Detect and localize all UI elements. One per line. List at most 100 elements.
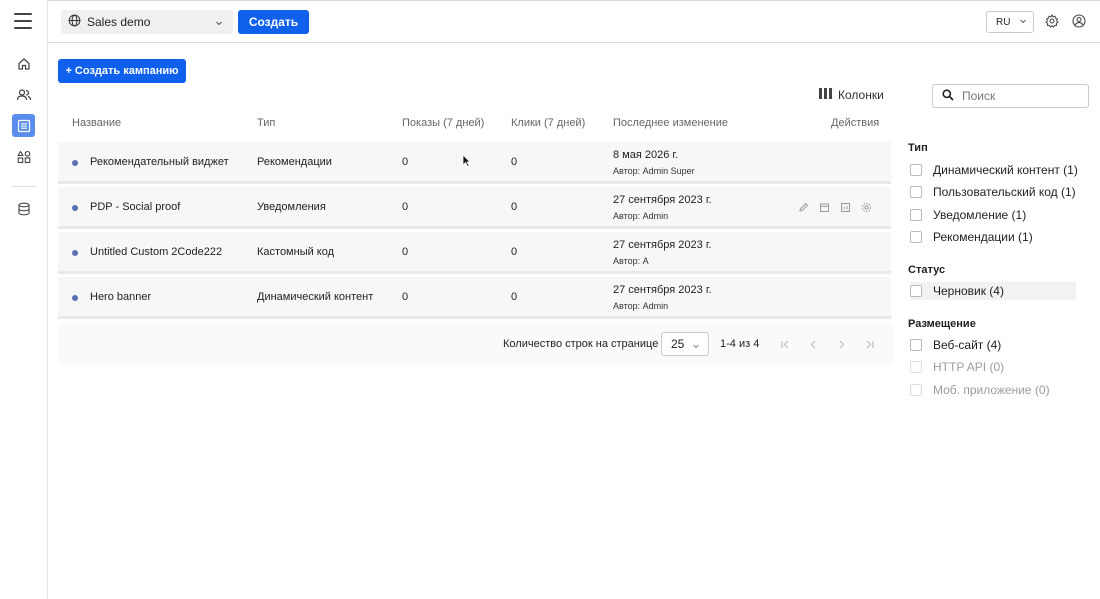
filter-label: Динамический контент (1) [933,163,1078,177]
filter-placement-title: Размещение [908,318,976,330]
campaign-type: Уведомления [257,201,326,213]
rows-per-page-label: Количество строк на странице [503,338,659,350]
shapes-icon[interactable] [12,145,35,168]
calendar-icon[interactable] [818,201,831,214]
menu-icon[interactable] [14,13,32,29]
campaign-name[interactable]: PDP - Social proof [90,201,180,213]
checkbox[interactable] [910,209,922,221]
columns-label: Колонки [838,88,884,102]
impressions-value: 0 [402,201,409,213]
language-value: RU [996,16,1011,28]
modified-author: Автор: A [613,256,649,266]
campaigns-icon[interactable] [12,114,35,137]
users-icon[interactable] [12,83,35,106]
table-row[interactable]: Untitled Custom 2Code222 Кастомный код 0… [58,232,891,274]
campaign-name[interactable]: Untitled Custom 2Code222 [90,246,222,258]
mouse-cursor-icon [462,154,471,170]
modified-date: 27 сентября 2023 г. [613,284,712,296]
chevron-down-icon [215,16,223,30]
campaign-type: Динамический контент [257,291,374,303]
checkbox[interactable] [910,285,922,297]
filter-label: Веб-сайт (4) [933,338,1002,352]
status-dot [72,250,78,256]
impressions-value: 0 [402,156,409,168]
status-dot [72,160,78,166]
filter-type-notification[interactable]: Уведомление (1) [910,206,1026,224]
modified-author: Автор: Admin [613,211,669,221]
search-input[interactable] [962,89,1072,103]
create-button[interactable]: Создать [238,10,309,34]
settings-icon[interactable] [860,201,873,214]
filter-placement-website[interactable]: Веб-сайт (4) [910,336,1001,354]
report-icon[interactable] [839,201,852,214]
filter-status-title: Статус [908,264,946,276]
last-page-icon[interactable] [862,337,876,351]
search-box[interactable] [932,84,1089,108]
modified-author: Автор: Admin Super [613,166,695,176]
filter-type-dynamic-content[interactable]: Динамический контент (1) [910,161,1078,179]
modified-date: 8 мая 2026 г. [613,149,679,161]
table-row[interactable]: Рекомендательный виджет Рекомендации 0 0… [58,142,891,184]
impressions-value: 0 [402,291,409,303]
user-profile-icon[interactable] [1072,14,1086,28]
home-icon[interactable] [12,52,35,75]
filter-type-custom-code[interactable]: Пользовательский код (1) [910,183,1076,201]
next-page-icon[interactable] [834,337,848,351]
campaign-type: Кастомный код [257,246,335,258]
column-header-impressions[interactable]: Показы (7 дней) [402,117,484,129]
previous-page-icon[interactable] [806,337,820,351]
column-header-last-modified[interactable]: Последнее изменение [613,117,728,129]
impressions-value: 0 [402,246,409,258]
status-dot [72,295,78,301]
filter-label: Черновик (4) [933,284,1004,298]
clicks-value: 0 [511,291,518,303]
database-icon[interactable] [12,197,35,220]
campaign-name[interactable]: Рекомендательный виджет [90,156,229,168]
filter-label: Уведомление (1) [933,208,1027,222]
filter-label: Моб. приложение (0) [933,383,1050,397]
sidebar-divider [12,186,36,187]
filter-label: Пользовательский код (1) [933,185,1076,199]
filter-label: Рекомендации (1) [933,230,1033,244]
filter-placement-http-api: HTTP API (0) [910,358,1004,376]
column-header-actions: Действия [831,117,880,129]
chevron-down-icon [692,339,700,353]
create-campaign-button[interactable]: + Создать кампанию [58,59,186,83]
checkbox[interactable] [910,339,922,351]
clicks-value: 0 [511,156,518,168]
first-page-icon[interactable] [778,337,792,351]
filter-type-recommendations[interactable]: Рекомендации (1) [910,228,1033,246]
rows-per-page-select[interactable]: 25 [661,332,709,356]
pagination-bar: Количество строк на странице 25 1-4 из 4 [58,323,894,365]
checkbox[interactable] [910,186,922,198]
rows-per-page-value: 25 [671,337,685,351]
chevron-down-icon [1019,17,1027,28]
columns-icon [819,88,832,102]
campaign-type: Рекомендации [257,156,332,168]
filter-label: HTTP API (0) [933,360,1005,374]
column-header-clicks[interactable]: Клики (7 дней) [511,117,585,129]
checkbox [910,384,922,396]
clicks-value: 0 [511,201,518,213]
row-actions [797,201,873,214]
filter-status-draft[interactable]: Черновик (4) [910,282,1076,300]
search-icon [942,88,954,104]
filter-placement-mobile-app: Моб. приложение (0) [910,381,1050,399]
project-select[interactable]: Sales demo [61,10,233,34]
checkbox[interactable] [910,231,922,243]
project-name: Sales demo [87,15,151,29]
column-header-name[interactable]: Название [72,117,121,129]
edit-pencil-icon[interactable] [797,201,810,214]
checkbox [910,361,922,373]
modified-author: Автор: Admin [613,301,669,311]
campaign-name[interactable]: Hero banner [90,291,151,303]
table-row[interactable]: Hero banner Динамический контент 0 0 27 … [58,277,891,319]
settings-gear-icon[interactable] [1045,13,1059,28]
columns-button[interactable]: Колонки [819,88,884,102]
page-range: 1-4 из 4 [720,338,760,350]
language-select[interactable]: RU [986,11,1034,33]
table-row[interactable]: PDP - Social proof Уведомления 0 0 27 се… [58,187,891,229]
column-header-type[interactable]: Тип [257,117,275,129]
checkbox[interactable] [910,164,922,176]
globe-icon [68,14,81,30]
